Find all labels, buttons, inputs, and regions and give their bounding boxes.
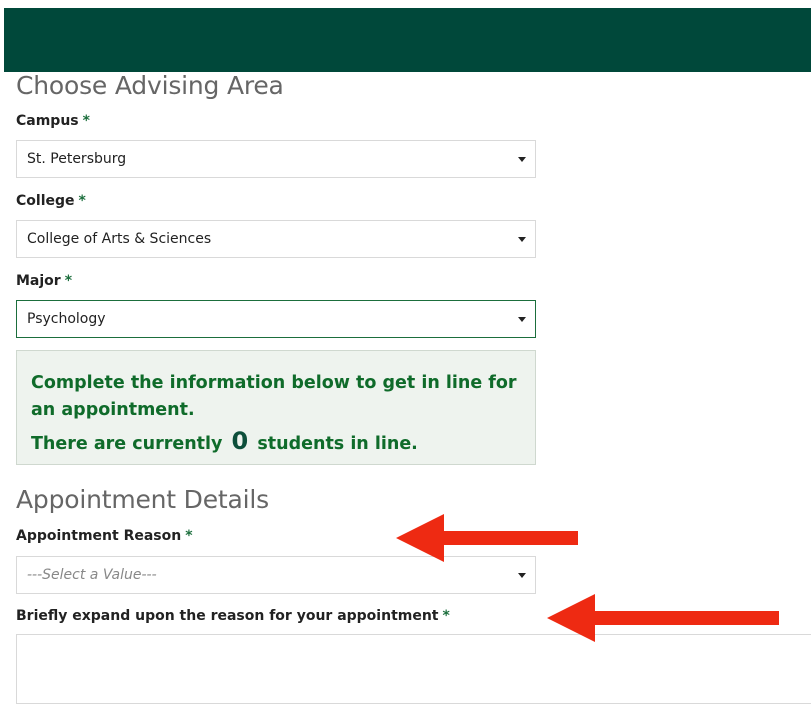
campus-label-text: Campus (16, 113, 79, 129)
major-label-text: Major (16, 273, 61, 289)
red-arrow-icon (396, 514, 578, 562)
chevron-down-icon (518, 573, 526, 578)
appointment-reason-label: Appointment Reason * (16, 528, 193, 544)
required-marker: * (185, 528, 193, 544)
major-select[interactable]: Psychology (16, 300, 536, 338)
queue-count-prefix: There are currently (31, 434, 223, 454)
reason-details-label-text: Briefly expand upon the reason for your … (16, 608, 439, 624)
college-select-value: College of Arts & Sciences (27, 231, 212, 247)
red-arrow-icon (547, 594, 779, 642)
appointment-reason-placeholder: ---Select a Value--- (27, 567, 157, 583)
chevron-down-icon (518, 317, 526, 322)
reason-details-label: Briefly expand upon the reason for your … (16, 608, 450, 624)
college-select[interactable]: College of Arts & Sciences (16, 220, 536, 258)
campus-select[interactable]: St. Petersburg (16, 140, 536, 178)
required-marker: * (442, 608, 450, 624)
major-select-value: Psychology (27, 311, 106, 327)
campus-label: Campus * (16, 113, 90, 129)
required-marker: * (78, 193, 86, 209)
queue-info-box: Complete the information below to get in… (16, 350, 536, 465)
required-marker: * (64, 273, 73, 289)
college-label: College * (16, 193, 86, 209)
chevron-down-icon (518, 157, 526, 162)
required-marker: * (82, 113, 90, 129)
major-label: Major * (16, 273, 72, 289)
appointment-reason-label-text: Appointment Reason (16, 528, 182, 544)
campus-select-value: St. Petersburg (27, 151, 127, 167)
queue-count-line: There are currently 0 students in line. (31, 428, 521, 458)
section-title-advising-area: Choose Advising Area (16, 71, 284, 100)
section-title-appointment-details: Appointment Details (16, 485, 269, 514)
reason-details-textarea[interactable] (16, 634, 811, 704)
queue-count-suffix: students in line. (257, 434, 418, 454)
chevron-down-icon (518, 237, 526, 242)
queue-info-message: Complete the information below to get in… (31, 373, 517, 420)
college-label-text: College (16, 193, 75, 209)
header-bar (4, 8, 811, 72)
queue-count: 0 (231, 427, 249, 455)
